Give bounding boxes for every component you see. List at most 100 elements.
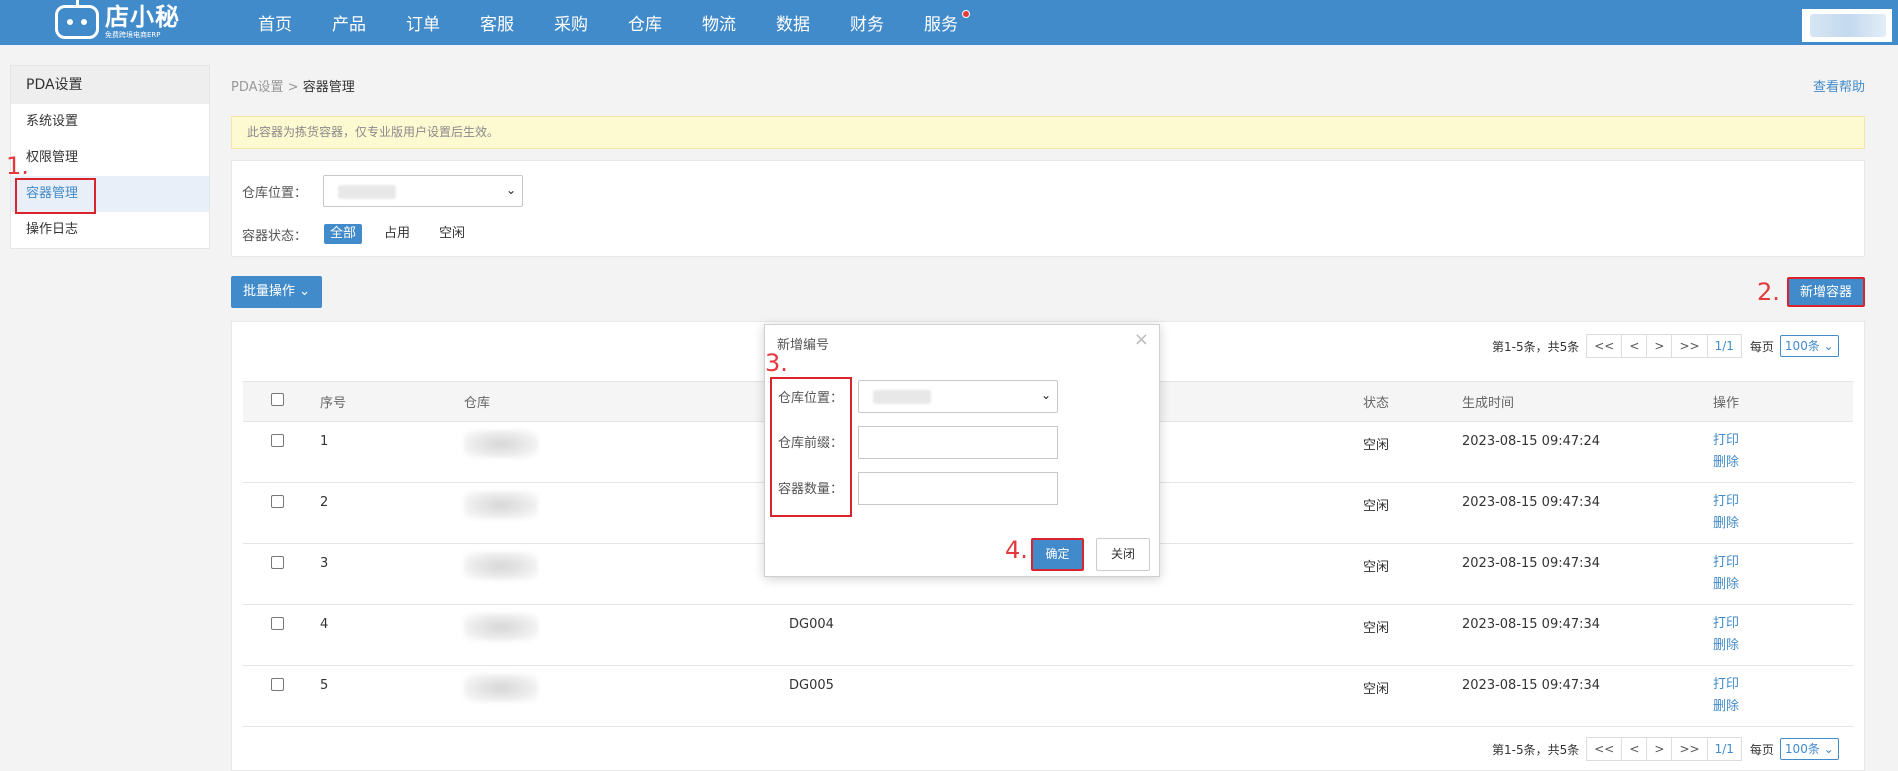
brand-name: 店小秘 <box>105 3 180 31</box>
pagination-summary: 第1-5条，共5条 <box>1492 339 1580 354</box>
pagination-bottom: 第1-5条，共5条 << < > >> 1/1 每页 100条 ⌄ <box>1492 737 1839 761</box>
row-time: 2023-08-15 09:47:34 <box>1462 482 1713 544</box>
row-checkbox[interactable] <box>271 678 284 691</box>
print-link[interactable]: 打印 <box>1713 613 1853 635</box>
row-status: 空闲 <box>1363 543 1462 605</box>
warehouse-location-value <box>873 390 931 404</box>
nav-products[interactable]: 产品 <box>312 0 386 45</box>
breadcrumb-parent[interactable]: PDA设置 <box>231 80 284 95</box>
row-no: 3 <box>320 543 464 605</box>
help-link[interactable]: 查看帮助 <box>1813 76 1865 95</box>
delete-link[interactable]: 删除 <box>1713 696 1853 718</box>
nav-orders[interactable]: 订单 <box>386 0 460 45</box>
first-page-button[interactable]: << <box>1586 334 1623 358</box>
warehouse-blurred <box>464 430 538 458</box>
row-time: 2023-08-15 09:47:24 <box>1462 421 1713 483</box>
row-checkbox[interactable] <box>271 434 284 447</box>
per-page-select[interactable]: 100条 ⌄ <box>1779 335 1839 357</box>
row-no: 4 <box>320 604 464 666</box>
row-time: 2023-08-15 09:47:34 <box>1462 543 1713 605</box>
row-checkbox[interactable] <box>271 495 284 508</box>
per-page-label: 每页 <box>1749 339 1774 354</box>
warehouse-select[interactable]: ⌄ <box>323 175 523 207</box>
row-status: 空闲 <box>1363 604 1462 666</box>
last-page-button[interactable]: >> <box>1671 334 1708 358</box>
col-header-actions: 操作 <box>1713 381 1853 422</box>
select-all-cell <box>243 381 320 422</box>
sidebar-item-system-settings[interactable]: 系统设置 <box>11 104 209 140</box>
next-page-button[interactable]: > <box>1646 334 1673 358</box>
user-avatar <box>1810 14 1886 37</box>
brand-logo[interactable]: 店小秘 免费跨境电商ERP <box>55 0 180 42</box>
add-container-button[interactable]: 新增容器 <box>1787 277 1865 307</box>
print-link[interactable]: 打印 <box>1713 491 1853 513</box>
annotation-step-2: 2. <box>1757 278 1780 306</box>
nav-services-label: 服务 <box>924 15 958 35</box>
per-page-select[interactable]: 100条 ⌄ <box>1779 738 1839 760</box>
delete-link[interactable]: 删除 <box>1713 452 1853 474</box>
print-link[interactable]: 打印 <box>1713 552 1853 574</box>
sidebar: PDA设置 系统设置 权限管理 容器管理 操作日志 <box>10 65 210 249</box>
chevron-down-icon: ⌄ <box>505 183 516 197</box>
batch-operation-button[interactable]: 批量操作 ⌄ <box>231 276 322 308</box>
nav-finance[interactable]: 财务 <box>830 0 904 45</box>
nav-purchase[interactable]: 采购 <box>534 0 608 45</box>
page-indicator[interactable]: 1/1 <box>1706 737 1742 761</box>
print-link[interactable]: 打印 <box>1713 674 1853 696</box>
batch-operation-label: 批量操作 <box>242 284 295 299</box>
nav-logistics[interactable]: 物流 <box>682 0 756 45</box>
next-page-button[interactable]: > <box>1646 737 1673 761</box>
warehouse-blurred <box>464 613 538 641</box>
warehouse-prefix-input[interactable] <box>858 426 1058 459</box>
col-header-no: 序号 <box>320 381 464 422</box>
row-checkbox[interactable] <box>271 556 284 569</box>
delete-link[interactable]: 删除 <box>1713 574 1853 596</box>
delete-link[interactable]: 删除 <box>1713 635 1853 657</box>
warehouse-filter-label: 仓库位置： <box>242 186 308 201</box>
per-page-label: 每页 <box>1749 742 1774 757</box>
container-quantity-input[interactable] <box>858 472 1058 505</box>
confirm-button[interactable]: 确定 <box>1031 538 1084 571</box>
close-button[interactable]: 关闭 <box>1096 538 1150 571</box>
status-option-idle[interactable]: 空闲 <box>433 224 471 244</box>
prev-page-button[interactable]: < <box>1621 334 1648 358</box>
breadcrumb-separator: > <box>287 80 299 95</box>
sidebar-title: PDA设置 <box>11 66 209 104</box>
notice-banner: 此容器为拣货容器，仅专业版用户设置后生效。 <box>231 116 1865 149</box>
user-account[interactable] <box>1802 9 1892 42</box>
chevron-down-icon: ⌄ <box>1040 388 1051 402</box>
row-checkbox[interactable] <box>271 617 284 630</box>
warehouse-location-label: 仓库位置： <box>778 391 844 406</box>
row-status: 空闲 <box>1363 421 1462 483</box>
sidebar-item-operation-log[interactable]: 操作日志 <box>11 212 209 248</box>
nav-services[interactable]: 服务 <box>904 0 978 45</box>
row-status: 空闲 <box>1363 665 1462 727</box>
last-page-button[interactable]: >> <box>1671 737 1708 761</box>
nav-home[interactable]: 首页 <box>238 0 312 45</box>
col-header-status: 状态 <box>1363 381 1462 422</box>
warehouse-location-select[interactable]: ⌄ <box>858 380 1058 413</box>
print-link[interactable]: 打印 <box>1713 430 1853 452</box>
annotation-step-3: 3. <box>765 349 788 377</box>
select-all-checkbox[interactable] <box>271 393 284 406</box>
first-page-button[interactable]: << <box>1586 737 1623 761</box>
pagination-top: 第1-5条，共5条 << < > >> 1/1 每页 100条 ⌄ <box>1492 334 1839 358</box>
prev-page-button[interactable]: < <box>1621 737 1648 761</box>
status-option-occupied[interactable]: 占用 <box>378 224 416 244</box>
filter-panel: 仓库位置： ⌄ 容器状态： 全部 占用 空闲 <box>231 160 1865 257</box>
warehouse-prefix-label: 仓库前缀： <box>778 436 844 451</box>
close-icon[interactable]: × <box>1134 329 1149 350</box>
annotation-step-1: 1. <box>6 152 29 180</box>
status-option-all[interactable]: 全部 <box>324 224 363 244</box>
page-indicator[interactable]: 1/1 <box>1706 334 1742 358</box>
sidebar-item-permissions[interactable]: 权限管理 <box>11 140 209 176</box>
nav-data[interactable]: 数据 <box>756 0 830 45</box>
annotation-highlight-box <box>15 178 96 214</box>
delete-link[interactable]: 删除 <box>1713 513 1853 535</box>
row-no: 5 <box>320 665 464 727</box>
nav-service[interactable]: 客服 <box>460 0 534 45</box>
row-no: 2 <box>320 482 464 544</box>
warehouse-select-value <box>338 185 396 199</box>
nav-warehouse[interactable]: 仓库 <box>608 0 682 45</box>
status-filter-label: 容器状态： <box>242 229 308 244</box>
